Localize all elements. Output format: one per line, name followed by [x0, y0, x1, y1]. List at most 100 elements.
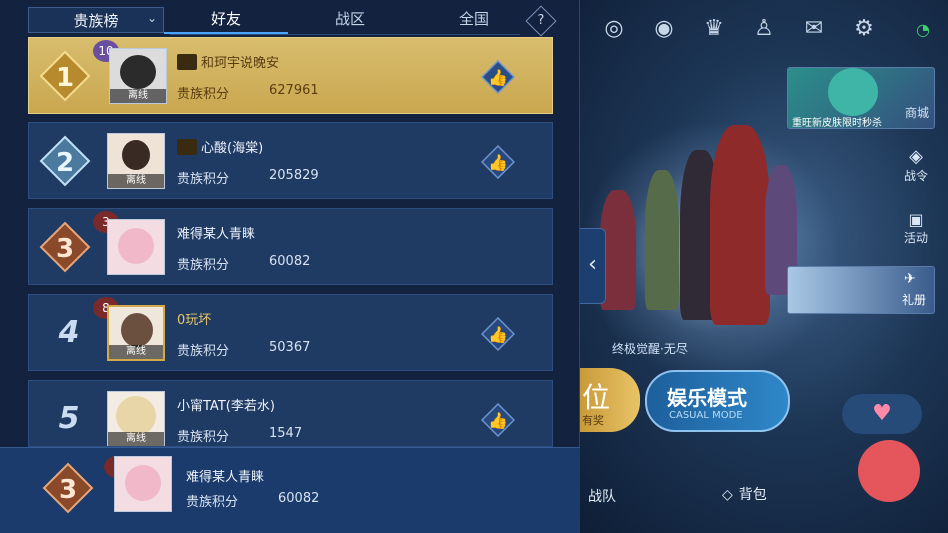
- rank-number: 4: [58, 315, 80, 350]
- gift-label: 礼册: [902, 293, 927, 307]
- chevron-down-icon: ⌄: [146, 11, 157, 25]
- ranking-row[interactable]: 5 离线 小甯TAT(李若水) 贵族积分 1547 👍: [28, 380, 553, 447]
- score-value: 1547: [269, 426, 303, 441]
- avatar-art: [116, 396, 156, 436]
- svg-text:👍: 👍: [488, 153, 508, 172]
- activity-icon: ▣: [908, 210, 924, 229]
- team-label: 战队: [588, 489, 616, 505]
- chevron-left-icon: ‹: [588, 252, 597, 277]
- score-label: 贵族积分: [186, 495, 239, 510]
- casual-mode-button[interactable]: 娱乐模式 CASUAL MODE: [645, 370, 790, 432]
- eye-icon[interactable]: ◉: [650, 15, 678, 43]
- rank-number: 2: [56, 148, 74, 178]
- bronze-medal-icon: 3: [39, 221, 91, 273]
- gift-banner[interactable]: ✈ 礼册: [787, 266, 935, 314]
- bag-entry[interactable]: ◇ 背包: [722, 484, 767, 504]
- player-name: 和珂宇说晚安: [177, 52, 279, 71]
- player-name: 难得某人青睐: [177, 227, 256, 242]
- avatar[interactable]: 离线: [107, 305, 165, 361]
- avatar[interactable]: 离线: [107, 133, 165, 189]
- offline-label: 离线: [109, 345, 163, 359]
- gift-icon: ✈: [904, 271, 916, 287]
- top-icon-bar: ◎ ◉ ♛ ♙ ✉ ⚙: [600, 14, 878, 44]
- thumbs-up-icon[interactable]: 👍: [481, 60, 515, 94]
- svip-icon: [177, 139, 197, 155]
- offline-label: 离线: [110, 89, 166, 103]
- ranking-row[interactable]: 1 10 离线 和珂宇说晚安 贵族积分 627961 👍: [28, 37, 553, 114]
- hero-figure: [645, 170, 679, 310]
- casual-mode-sub: CASUAL MODE: [669, 410, 743, 421]
- player-name-text: 心酸(海棠): [201, 141, 264, 156]
- svg-text:👍: 👍: [488, 411, 508, 430]
- avatar[interactable]: [114, 456, 172, 512]
- thumbs-up-icon[interactable]: 👍: [481, 145, 515, 179]
- offline-label: 离线: [108, 174, 164, 188]
- pass-entry[interactable]: ◈ 战令: [898, 146, 934, 184]
- bronze-medal-icon: 3: [42, 462, 94, 514]
- ranking-type-select[interactable]: 贵族榜 ⌄: [28, 7, 164, 33]
- score-label: 贵族积分: [177, 172, 230, 187]
- team-entry[interactable]: 战队: [588, 486, 616, 506]
- tab-national[interactable]: 全国: [412, 6, 536, 34]
- hero-figure: [710, 125, 770, 325]
- avatar[interactable]: [107, 219, 165, 275]
- avatar-art: [125, 465, 161, 501]
- tab-friends[interactable]: 好友: [164, 6, 288, 34]
- collapse-panel-button[interactable]: ‹: [580, 228, 606, 304]
- offline-label: 离线: [108, 432, 164, 446]
- player-name: 难得某人青睐: [186, 470, 265, 485]
- bag-icon: ◇: [722, 487, 733, 503]
- screen: 终极觉醒·无尽 ◎ ◉ ♛ ♙ ✉ ⚙ ◔ 重旺新皮肤限时秒杀 商城 ◈ 战令 …: [0, 0, 948, 533]
- rank-number: 3: [59, 475, 77, 505]
- avatar[interactable]: 离线: [109, 48, 167, 104]
- avatar-art: [120, 55, 156, 89]
- player-name: 小甯TAT(李若水): [177, 399, 275, 414]
- mascot[interactable]: [858, 440, 920, 502]
- heart-icon: ♥: [872, 401, 892, 426]
- svg-text:👍: 👍: [488, 325, 508, 344]
- ranked-mode-sub: 有奖: [582, 414, 604, 427]
- score-value: 60082: [269, 254, 311, 269]
- bag-label: 背包: [738, 487, 767, 503]
- recruit-icon[interactable]: ◎: [600, 15, 628, 43]
- wifi-icon: ◔: [916, 20, 930, 39]
- heart-bubble[interactable]: ♥: [842, 394, 922, 434]
- shop-label: 商城: [904, 106, 929, 120]
- avatar-art: [122, 140, 150, 170]
- thumbs-up-icon[interactable]: 👍: [481, 403, 515, 437]
- svip-icon: [177, 54, 197, 70]
- ranking-type-value: 贵族榜: [73, 11, 119, 30]
- tab-divider: [170, 34, 520, 35]
- ranking-row[interactable]: 4 8 离线 0玩坏 贵族积分 50367 👍: [28, 294, 553, 371]
- rank-number: 1: [56, 63, 74, 93]
- ranked-mode-label: 位: [582, 381, 611, 414]
- gear-icon[interactable]: ⚙: [850, 15, 878, 43]
- player-name: 心酸(海棠): [177, 137, 263, 156]
- mail-icon[interactable]: ✉: [800, 15, 828, 43]
- ranking-row[interactable]: 3 3 难得某人青睐 贵族积分 60082: [28, 208, 553, 285]
- score-value: 60082: [278, 491, 320, 506]
- ranking-row[interactable]: 2 离线 心酸(海棠) 贵族积分 205829 👍: [28, 122, 553, 199]
- shop-entry[interactable]: 商城: [897, 86, 937, 121]
- tab-region[interactable]: 战区: [288, 6, 412, 34]
- score-label: 贵族积分: [177, 344, 230, 359]
- pass-label: 战令: [903, 169, 928, 183]
- pass-icon: ◈: [909, 146, 923, 167]
- rank-number: 5: [58, 401, 80, 436]
- my-ranking-row: 3 3 难得某人青睐 贵族积分 60082: [0, 447, 580, 533]
- player-name-text: 和珂宇说晚安: [201, 56, 280, 71]
- ranked-mode-button[interactable]: 位 有奖: [580, 368, 640, 432]
- avatar-art: [118, 228, 154, 264]
- skin-banner-text: 重旺新皮肤限时秒杀: [792, 118, 882, 129]
- avatar[interactable]: 离线: [107, 391, 165, 446]
- help-icon: ?: [537, 13, 545, 28]
- trophy-icon[interactable]: ♛: [700, 15, 728, 43]
- friends-icon[interactable]: ♙: [750, 15, 778, 43]
- ranking-tabs: 贵族榜 ⌄ 好友 战区 全国: [28, 6, 558, 34]
- ranking-panel: 贵族榜 ⌄ 好友 战区 全国 ? 1 10 离线 和珂宇说晚安 贵族积分 627…: [0, 0, 580, 533]
- rank-number: 3: [56, 234, 74, 264]
- silver-medal-icon: 2: [39, 135, 91, 187]
- thumbs-up-icon[interactable]: 👍: [481, 317, 515, 351]
- skin-banner-art: [828, 68, 878, 116]
- activity-entry[interactable]: ▣ 活动: [898, 210, 934, 246]
